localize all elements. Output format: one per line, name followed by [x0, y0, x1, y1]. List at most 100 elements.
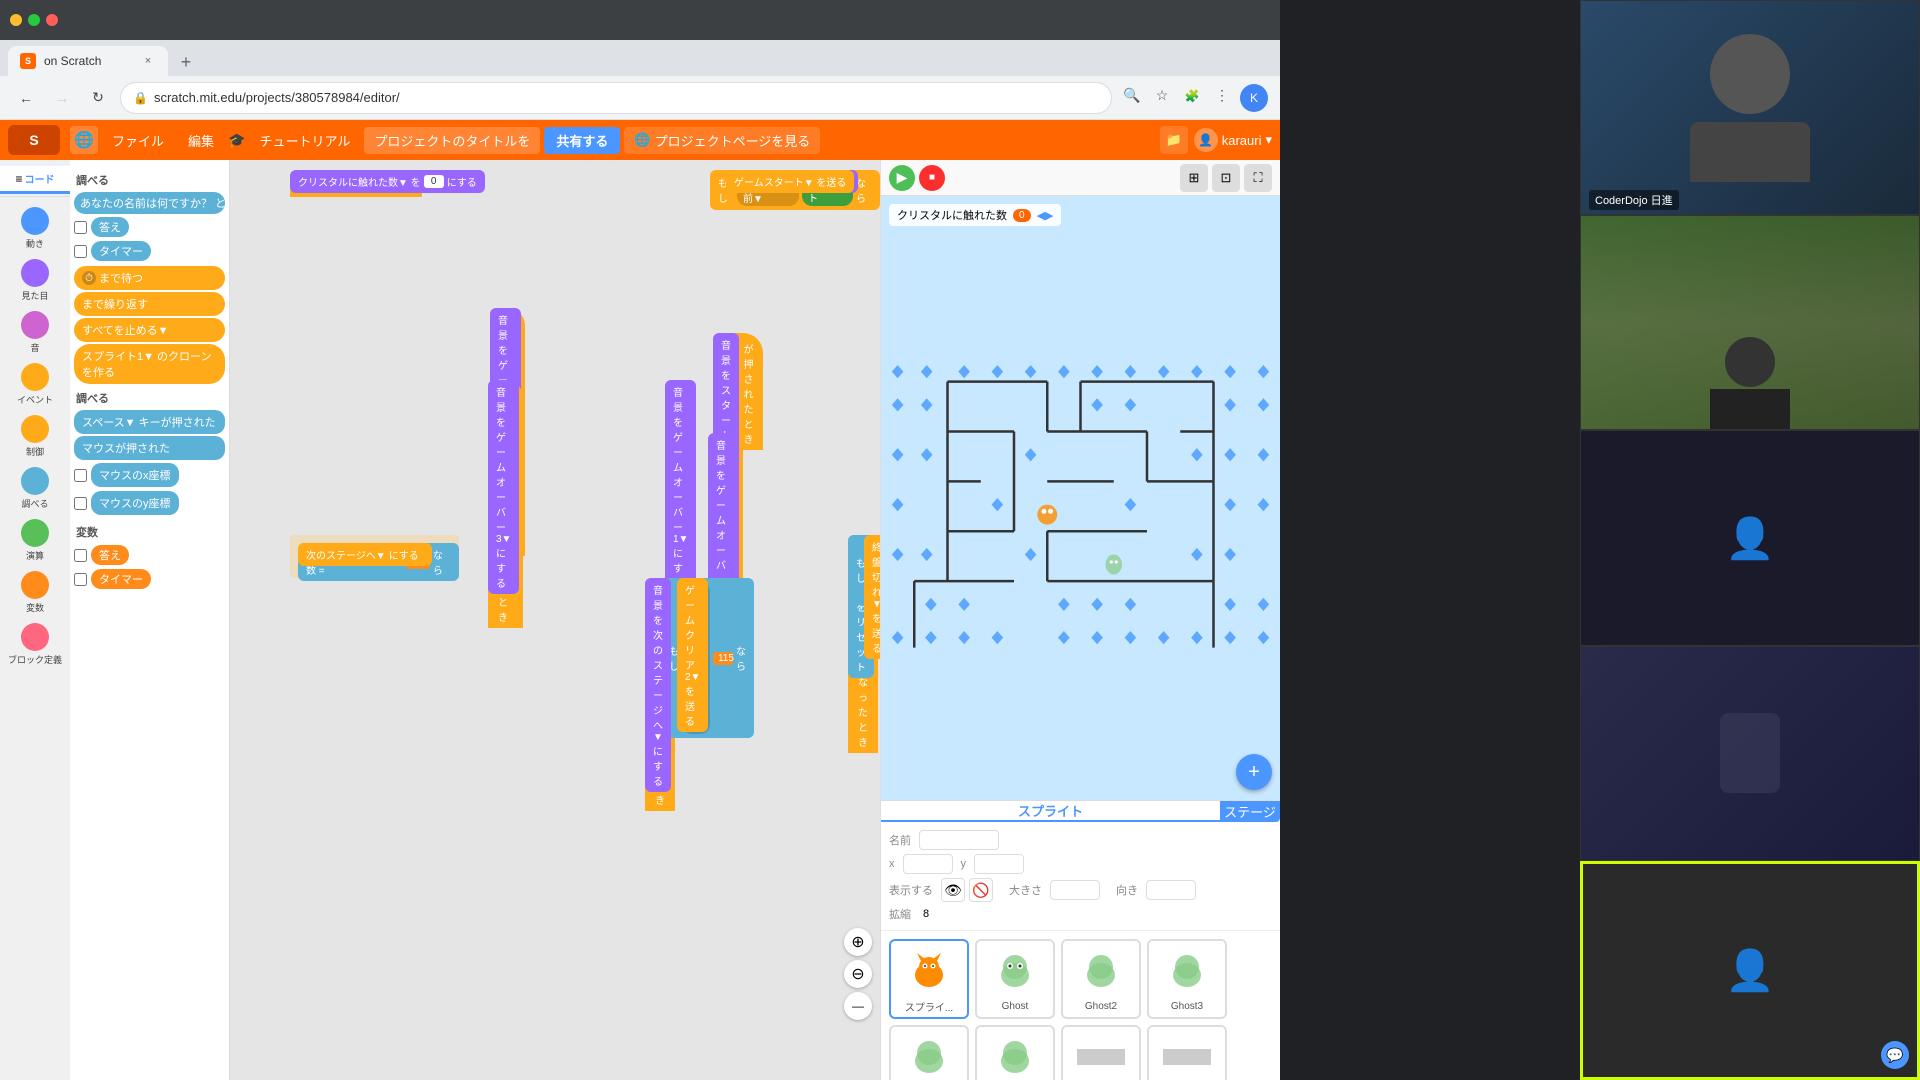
sprite-item-5[interactable]: Ghost5 [975, 1025, 1055, 1080]
sprite-item-7[interactable]: スプライ... [1147, 1025, 1227, 1080]
block-end-send[interactable]: 終盤切れ▼ を送る [864, 535, 880, 659]
new-tab-button[interactable]: + [172, 48, 200, 76]
forward-button[interactable]: → [48, 84, 76, 112]
hide-button[interactable]: 🚫 [969, 878, 993, 902]
sprite-show-row: 表示する 👁 🚫 大きさ 向き [889, 878, 1272, 902]
pb-answer-var[interactable]: 答え [91, 545, 129, 565]
bookmark-icon[interactable]: ☆ [1150, 84, 1174, 108]
cat-blocks[interactable]: ブロック定義 [5, 619, 65, 670]
small-stage-button[interactable]: ⊞ [1180, 164, 1208, 192]
scratch-logo[interactable]: S [8, 125, 60, 155]
cat-control[interactable]: 制御 [5, 411, 65, 462]
zoom-reset-button[interactable]: — [844, 992, 872, 1020]
folder-icon[interactable]: 📁 [1160, 126, 1188, 154]
view-page-button[interactable]: 🌐 プロジェクトページを見る [624, 127, 820, 154]
active-tab[interactable]: S on Scratch × [8, 46, 168, 76]
flag-icon-green: ▶ [897, 169, 908, 186]
minimize-button[interactable] [10, 14, 22, 26]
chat-icon[interactable]: 💬 [1881, 1041, 1909, 1069]
show-button[interactable]: 👁 [941, 878, 965, 902]
settings-icon[interactable]: ⋮ [1210, 84, 1234, 108]
mouse-x-checkbox[interactable] [74, 469, 87, 482]
zoom-out-button[interactable]: ⊖ [844, 960, 872, 988]
globe-menu[interactable]: 🌐 [70, 126, 98, 154]
url-bar[interactable]: 🔒 scratch.mit.edu/projects/380578984/edi… [120, 82, 1112, 114]
fullscreen-button[interactable]: ⛶ [1244, 164, 1272, 192]
block-go-looks[interactable]: 音景を ゲームオーバー1▼ にする [665, 380, 696, 594]
next-stage-text: 次のステージへ▼ [306, 547, 386, 562]
cat-sound[interactable]: 音 [5, 307, 65, 358]
answer-checkbox[interactable] [74, 221, 87, 234]
cat-sensing[interactable]: 調べる [5, 463, 65, 514]
maximize-button[interactable] [28, 14, 40, 26]
mouse-y-checkbox[interactable] [74, 497, 87, 510]
tab-close-button[interactable]: × [140, 53, 156, 69]
cat-looks[interactable]: 見た目 [5, 255, 65, 306]
code-canvas[interactable]: ステージ▼ になったとき クリスタルに触れた数▼ を 0 にする [230, 160, 880, 1080]
zoom-in-button[interactable]: ⊕ [844, 928, 872, 956]
sprite-dir-input[interactable] [1146, 880, 1196, 900]
timer-checkbox[interactable] [74, 245, 87, 258]
project-title[interactable]: プロジェクトのタイトルを [364, 127, 540, 154]
close-button[interactable] [46, 14, 58, 26]
extensions-icon[interactable]: 🧩 [1180, 84, 1204, 108]
cat-motion[interactable]: 動き [5, 203, 65, 254]
code-tab[interactable]: ≡ コード [0, 166, 70, 194]
pb-mouse-y[interactable]: マウスのy座標 [91, 491, 179, 515]
pb-clone[interactable]: スプライト1▼ のクローンを作る [74, 344, 225, 384]
looks-icon [21, 259, 49, 287]
back-button[interactable]: ← [12, 84, 40, 112]
sprite-item-0[interactable]: スプライ... [889, 939, 969, 1019]
video-panel-4: 👤 💬 [1580, 861, 1920, 1080]
sprite-item-4[interactable]: Ghost4 [889, 1025, 969, 1080]
share-button[interactable]: 共有する [544, 127, 620, 154]
add-sprite-button[interactable]: + [1236, 754, 1272, 790]
sprite-x-input[interactable] [903, 854, 953, 874]
sprite-item-1[interactable]: Ghost [975, 939, 1055, 1019]
block-gc2-send[interactable]: ゲームクリア2▼ を送る [677, 578, 708, 732]
cat-events[interactable]: イベント [5, 359, 65, 410]
block-go3-looks[interactable]: 音景を ゲームオーバー3▼ にする [488, 380, 519, 594]
head-1 [1725, 337, 1775, 387]
cat-variables[interactable]: 変数 [5, 567, 65, 618]
palette-block-timer[interactable]: タイマー [91, 241, 151, 261]
block-next-stage[interactable]: 次のステージへ▼ にする [298, 543, 427, 566]
var-answer-checkbox[interactable] [74, 549, 87, 562]
pb-mouse-down[interactable]: マウスが押された [74, 436, 225, 460]
search-icon[interactable]: 🔍 [1120, 84, 1144, 108]
stop-button[interactable]: ■ [919, 165, 945, 191]
user-menu[interactable]: 👤 karauri ▾ [1194, 128, 1272, 152]
sprite-tab[interactable]: スプライト [881, 801, 1220, 822]
user-icon: 👤 [1194, 128, 1218, 152]
tutorial-item[interactable]: 🎓 チュートリアル [228, 127, 360, 154]
file-menu[interactable]: ファイル [102, 127, 174, 154]
ask-block-text: あなたの名前は何ですか？ と聞いて [80, 195, 229, 211]
pb-space-key[interactable]: スペース▼ キーが押された [74, 410, 225, 434]
block-next-stage2[interactable]: 音景を 次のステージへ▼ にする [645, 578, 671, 792]
green-flag-button[interactable]: ▶ [889, 165, 915, 191]
var-timer-checkbox[interactable] [74, 573, 87, 586]
sprite-y-input[interactable] [974, 854, 1024, 874]
full-stage-button[interactable]: ⊡ [1212, 164, 1240, 192]
sprite-item-6[interactable]: スプライ... [1061, 1025, 1141, 1080]
user-avatar[interactable]: K [1240, 84, 1268, 112]
pb-stop-all[interactable]: すべてを止める▼ [74, 318, 225, 342]
myblock-icon [21, 623, 49, 651]
cat-operator[interactable]: 演算 [5, 515, 65, 566]
sprite-size-input[interactable] [1050, 880, 1100, 900]
pb-wait[interactable]: ⏱ まで待つ [74, 266, 225, 290]
block-crystal-reset[interactable]: クリスタルに触れた数▼ を 0 にする [290, 170, 485, 193]
crystal-counter-val: 0 [1013, 209, 1031, 222]
pb-timer-var[interactable]: タイマー [91, 569, 151, 589]
pb-mouse-x[interactable]: マウスのx座標 [91, 463, 179, 487]
sprite-item-3[interactable]: Ghost3 [1147, 939, 1227, 1019]
pb-repeat-until[interactable]: まで繰り返す [74, 292, 225, 316]
sprite-name-input[interactable] [919, 830, 999, 850]
sprite-item-2[interactable]: Ghost2 [1061, 939, 1141, 1019]
block-game-start[interactable]: ゲームスタート▼ を送る [726, 170, 854, 193]
palette-block-0[interactable]: あなたの名前は何ですか？ と聞いて [74, 192, 225, 214]
stage-tab-button[interactable]: ステージ [1220, 801, 1280, 822]
edit-menu[interactable]: 編集 [178, 127, 224, 154]
reload-button[interactable]: ↻ [84, 84, 112, 112]
palette-block-answer[interactable]: 答え [91, 217, 129, 237]
